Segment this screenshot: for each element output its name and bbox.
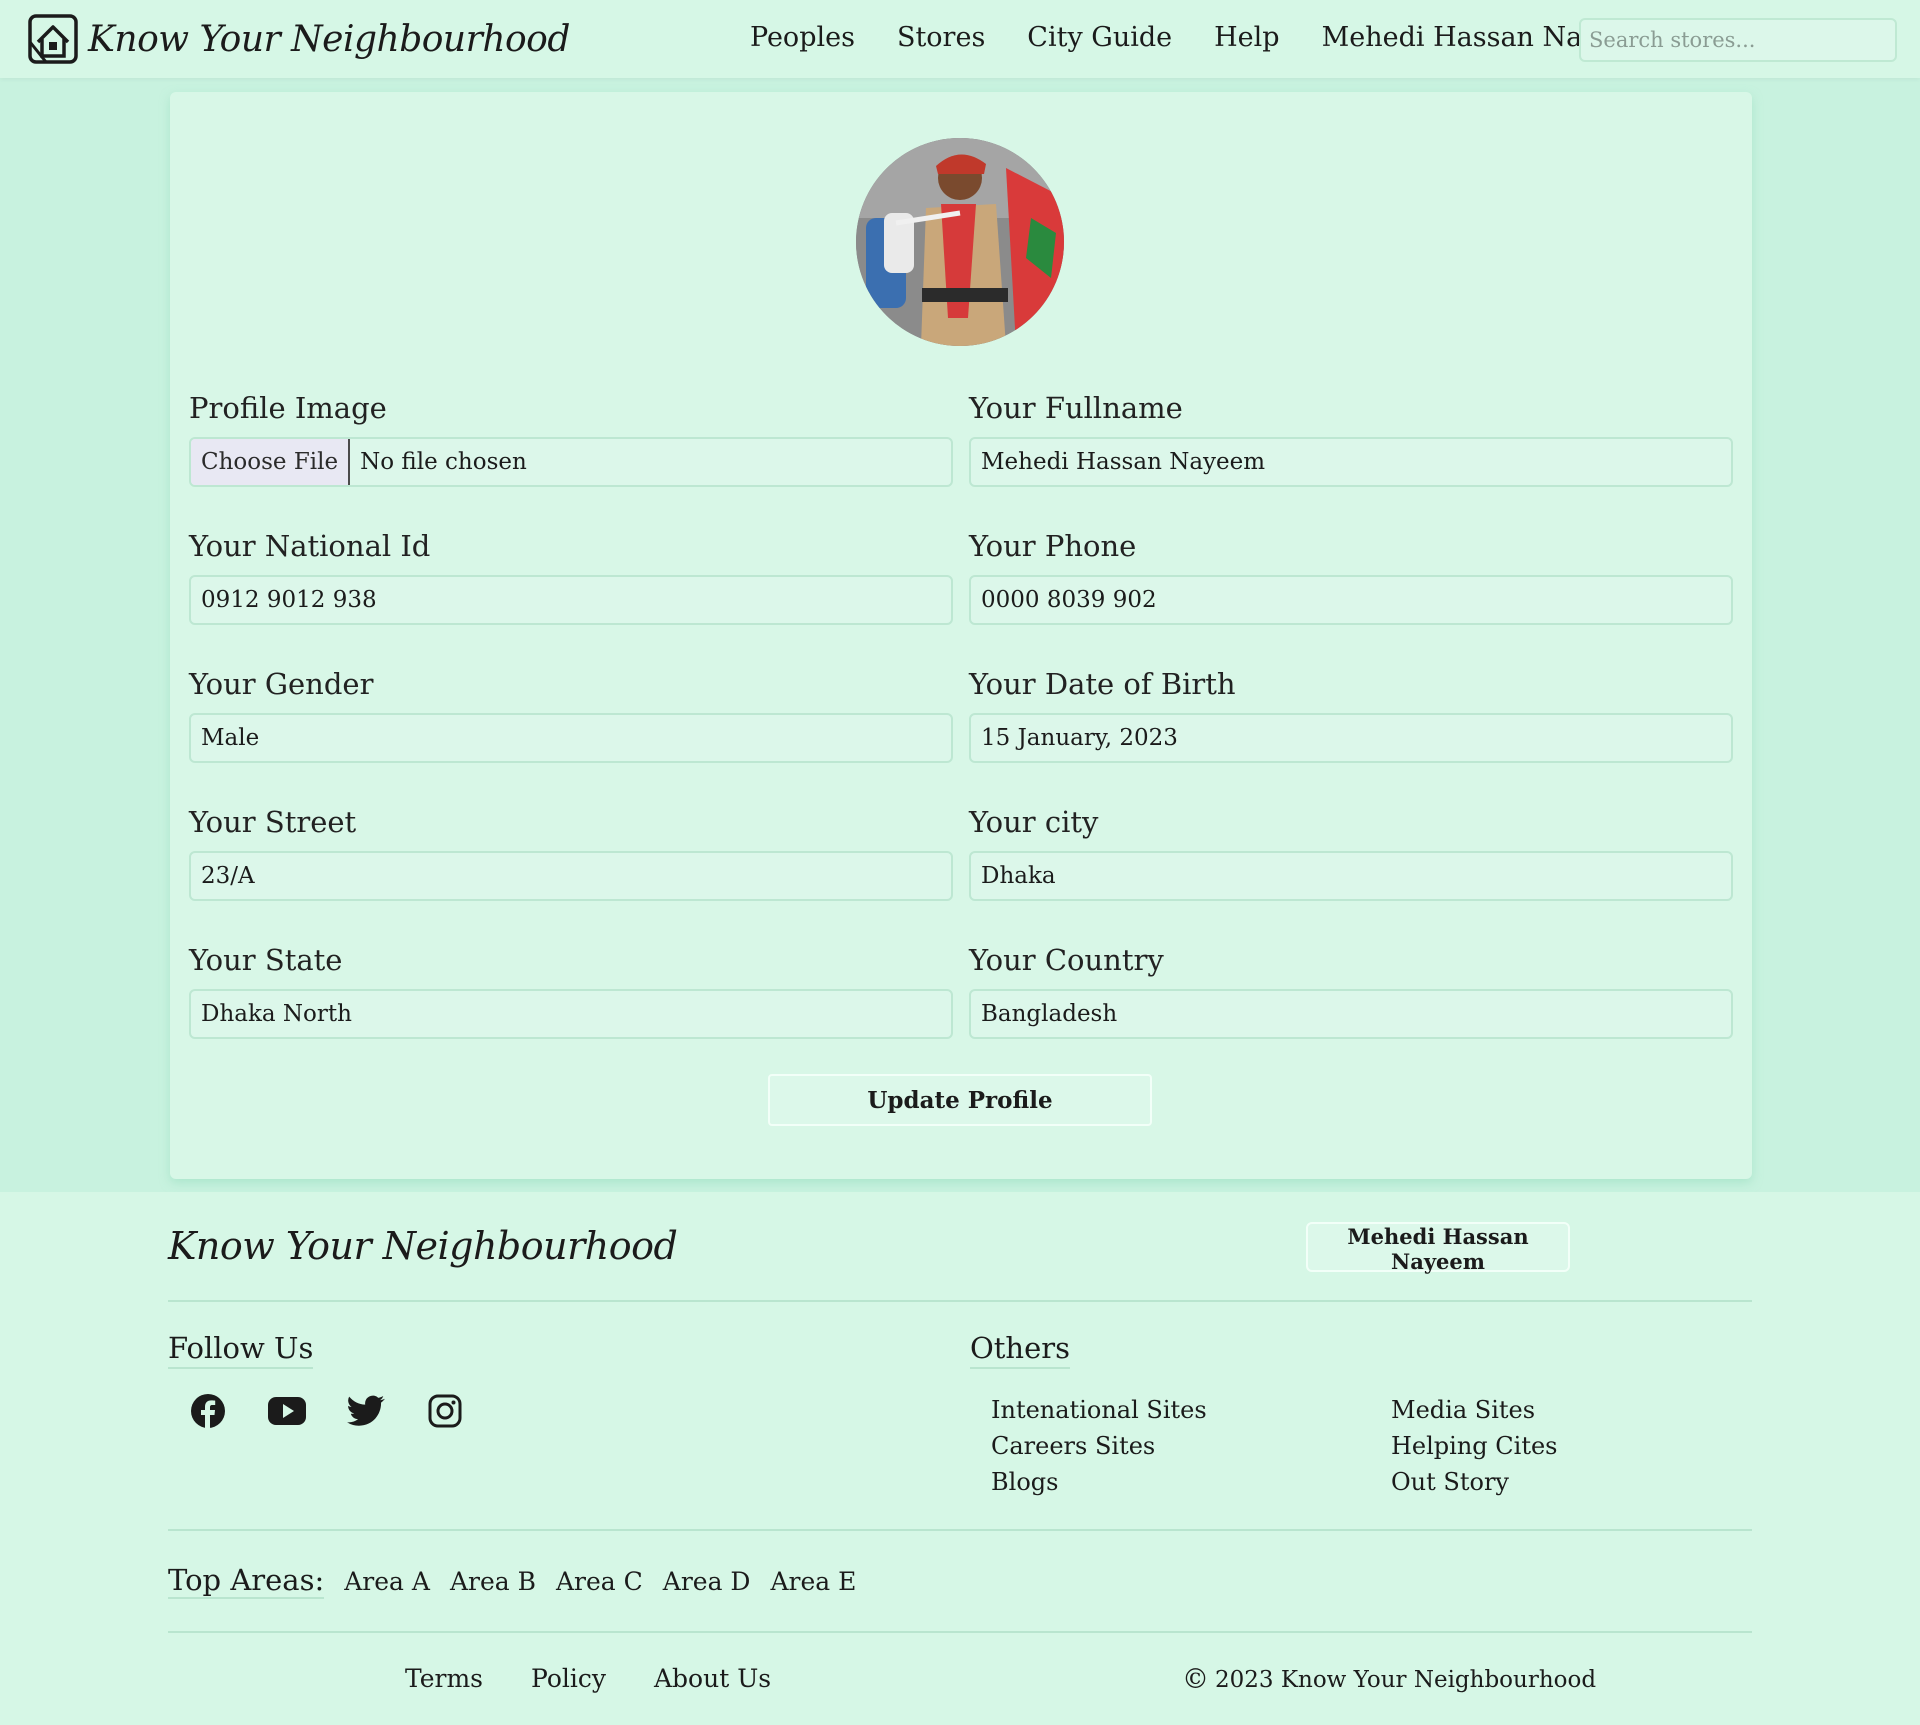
dob-input[interactable]: 15 January, 2023 <box>969 713 1733 763</box>
nav-city-guide[interactable]: City Guide <box>1027 22 1172 53</box>
city-label: Your city <box>969 805 1099 839</box>
phone-label: Your Phone <box>969 529 1137 563</box>
gender-field: Your Gender Male <box>189 667 953 763</box>
footer: Know Your Neighbourhood Mehedi Hassan Na… <box>0 1192 1920 1725</box>
brand[interactable]: Know Your Neighbourhood <box>26 12 570 66</box>
social-links <box>188 1391 504 1431</box>
profile-image-label: Profile Image <box>189 391 387 425</box>
dob-label: Your Date of Birth <box>969 667 1236 701</box>
gender-label: Your Gender <box>189 667 374 701</box>
copyright: © 2023 Know Your Neighbourhood <box>1182 1664 1596 1695</box>
file-status: No file chosen <box>360 449 527 475</box>
fullname-label: Your Fullname <box>969 391 1183 425</box>
facebook-icon[interactable] <box>188 1391 228 1431</box>
link-out-story[interactable]: Out Story <box>1391 1464 1558 1500</box>
link-careers-sites[interactable]: Careers Sites <box>991 1428 1207 1464</box>
phone-input[interactable]: 0000 8039 902 <box>969 575 1733 625</box>
update-profile-button[interactable]: Update Profile <box>768 1074 1152 1126</box>
copyright-icon: © <box>1182 1664 1209 1695</box>
link-media-sites[interactable]: Media Sites <box>1391 1392 1558 1428</box>
footer-divider <box>168 1631 1752 1633</box>
nav-stores[interactable]: Stores <box>897 22 985 53</box>
link-international-sites[interactable]: Intenational Sites <box>991 1392 1207 1428</box>
state-label: Your State <box>189 943 343 977</box>
others-heading: Others <box>970 1331 1071 1369</box>
top-areas-label: Top Areas: <box>168 1563 325 1599</box>
fullname-input[interactable]: Mehedi Hassan Nayeem <box>969 437 1733 487</box>
area-link[interactable]: Area A <box>344 1567 430 1596</box>
profile-photo <box>856 138 1064 346</box>
search-input[interactable] <box>1579 18 1897 62</box>
copyright-text: 2023 Know Your Neighbourhood <box>1215 1666 1597 1693</box>
footer-divider <box>168 1300 1752 1302</box>
others-links-col2: Media Sites Helping Cites Out Story <box>1391 1392 1558 1500</box>
avatar <box>856 138 1064 346</box>
footer-divider <box>168 1529 1752 1531</box>
phone-field: Your Phone 0000 8039 902 <box>969 529 1733 625</box>
others-links-col1: Intenational Sites Careers Sites Blogs <box>991 1392 1207 1500</box>
link-blogs[interactable]: Blogs <box>991 1464 1207 1500</box>
policy-link[interactable]: Policy <box>531 1664 606 1693</box>
link-helping-cites[interactable]: Helping Cites <box>1391 1428 1558 1464</box>
profile-card: Profile Image Choose File No file chosen… <box>170 92 1752 1179</box>
city-input[interactable]: Dhaka <box>969 851 1733 901</box>
nav-help[interactable]: Help <box>1214 22 1279 53</box>
profile-image-input[interactable]: Choose File No file chosen <box>189 437 953 487</box>
top-navbar: Know Your Neighbourhood Peoples Stores C… <box>0 0 1920 78</box>
national-id-label: Your National Id <box>189 529 431 563</box>
area-link[interactable]: Area E <box>770 1567 856 1596</box>
dob-field: Your Date of Birth 15 January, 2023 <box>969 667 1733 763</box>
state-input[interactable]: Dhaka North <box>189 989 953 1039</box>
choose-file-button[interactable]: Choose File <box>191 439 351 485</box>
street-label: Your Street <box>189 805 357 839</box>
top-areas: Top Areas: Area A Area B Area C Area D A… <box>168 1563 876 1599</box>
about-us-link[interactable]: About Us <box>654 1664 771 1693</box>
national-id-input[interactable]: 0912 9012 938 <box>189 575 953 625</box>
youtube-icon[interactable] <box>267 1391 307 1431</box>
nav-peoples[interactable]: Peoples <box>750 22 855 53</box>
area-link[interactable]: Area C <box>556 1567 643 1596</box>
footer-user-button[interactable]: Mehedi Hassan Nayeem <box>1306 1222 1570 1274</box>
national-id-field: Your National Id 0912 9012 938 <box>189 529 953 625</box>
profile-image-field: Profile Image Choose File No file chosen <box>189 391 953 487</box>
city-field: Your city Dhaka <box>969 805 1733 901</box>
country-field: Your Country Bangladesh <box>969 943 1733 1039</box>
country-label: Your Country <box>969 943 1164 977</box>
fullname-field: Your Fullname Mehedi Hassan Nayeem <box>969 391 1733 487</box>
follow-us-heading: Follow Us <box>168 1331 314 1369</box>
home-logo-icon <box>28 14 78 64</box>
area-link[interactable]: Area B <box>450 1567 536 1596</box>
street-input[interactable]: 23/A <box>189 851 953 901</box>
footer-brand[interactable]: Know Your Neighbourhood <box>168 1224 678 1268</box>
state-field: Your State Dhaka North <box>189 943 953 1039</box>
street-field: Your Street 23/A <box>189 805 953 901</box>
bottom-links: Terms Policy About Us <box>405 1664 819 1693</box>
area-link[interactable]: Area D <box>663 1567 751 1596</box>
brand-name: Know Your Neighbourhood <box>88 18 570 60</box>
country-input[interactable]: Bangladesh <box>969 989 1733 1039</box>
instagram-icon[interactable] <box>425 1391 465 1431</box>
twitter-icon[interactable] <box>346 1391 386 1431</box>
gender-input[interactable]: Male <box>189 713 953 763</box>
terms-link[interactable]: Terms <box>405 1664 483 1693</box>
main-nav: Peoples Stores City Guide Help Mehedi Ha… <box>750 22 1655 53</box>
